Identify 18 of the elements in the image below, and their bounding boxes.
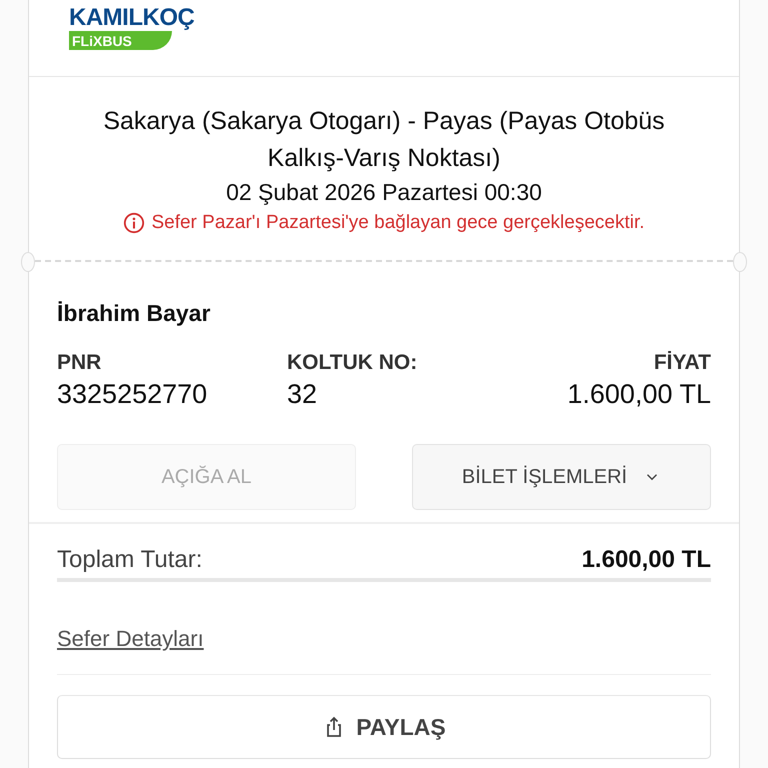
field-label: KOLTUK NO: bbox=[287, 351, 418, 375]
trip-date: 02 Şubat 2026 Pazartesi 00:30 bbox=[225, 179, 543, 206]
info-icon bbox=[123, 212, 146, 234]
logo-badge: FLiXBUS bbox=[69, 31, 172, 50]
trip-details-link[interactable]: Sefer Detayları bbox=[57, 626, 204, 674]
share-button[interactable]: PAYLAŞ bbox=[57, 695, 711, 759]
warning-text: Sefer Pazar'ı Pazartesi'ye bağlayan gece gerçekleşecektir. bbox=[151, 212, 645, 234]
field-value: 1.600,00 TL bbox=[566, 379, 711, 410]
logo-wordmark: KAMILKOÇ bbox=[69, 7, 194, 29]
field-label: FİYAT bbox=[652, 351, 711, 375]
passenger-name: İbrahim Bayar bbox=[57, 300, 212, 327]
total-value: 1.600,00 TL bbox=[582, 546, 711, 574]
field-value: 3325252770 bbox=[57, 379, 208, 410]
dropdown-button[interactable]: BİLET İŞLEMLERİ bbox=[412, 444, 711, 510]
total-label: Toplam Tutar: bbox=[57, 546, 202, 574]
field-label: PNR bbox=[57, 351, 102, 375]
route-title: Sakarya (Sakarya Otogarı) - Payas (Payas Otobüs Kalkış-Varış Noktası) bbox=[102, 106, 666, 174]
field-value: 32 bbox=[287, 379, 318, 410]
